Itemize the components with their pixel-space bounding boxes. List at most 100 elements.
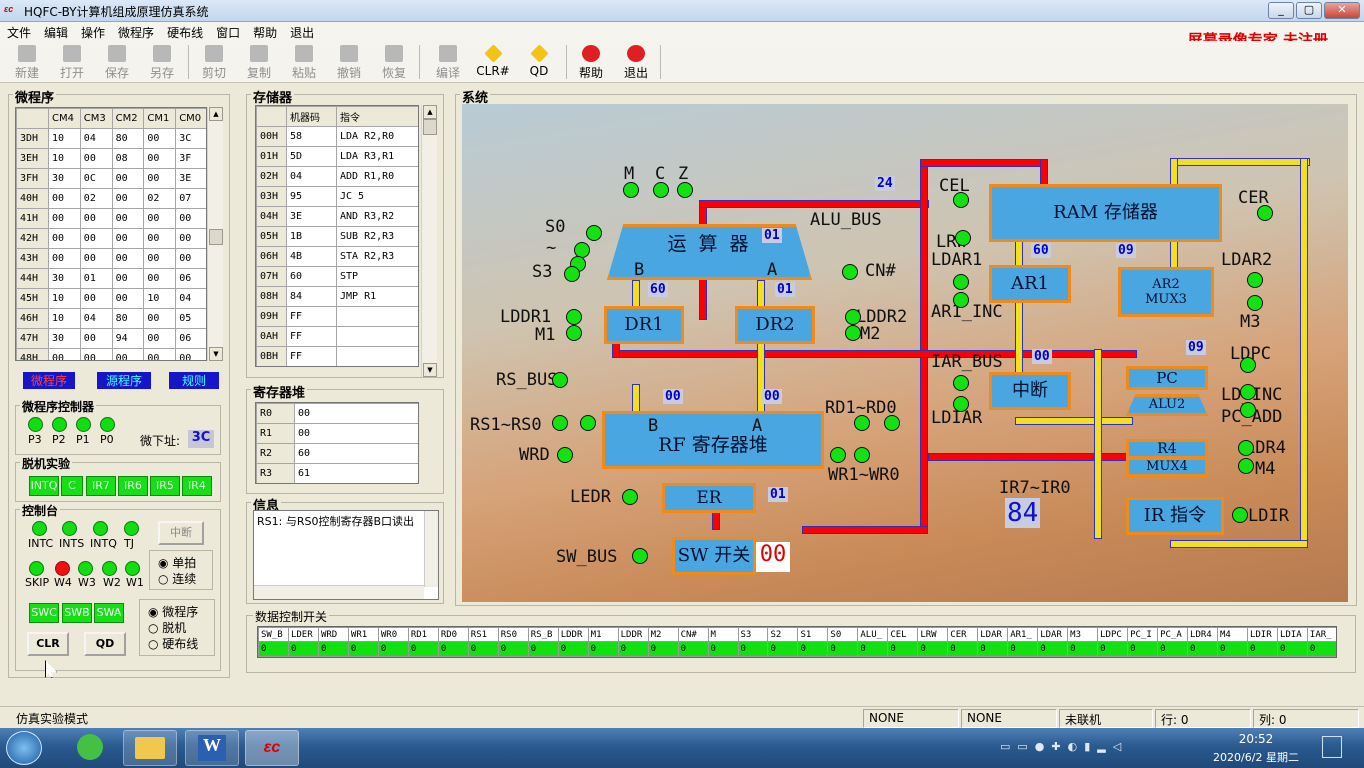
compile-button[interactable]: 编译 bbox=[425, 43, 471, 81]
scroll-thumb[interactable] bbox=[423, 119, 437, 135]
mode-hardwired-radio[interactable]: ○ 硬布线 bbox=[148, 635, 198, 652]
table-row[interactable]: 42H 00 00 00 00 00 bbox=[16, 228, 206, 249]
table-row[interactable]: 08H 84 JMP R1 bbox=[256, 286, 418, 307]
table-row[interactable]: 47H 30 00 94 00 06 bbox=[16, 328, 206, 349]
table-row[interactable]: 3DH 10 04 80 00 3C bbox=[16, 128, 206, 149]
switch-value[interactable]: 0 bbox=[1097, 641, 1129, 657]
switch-value[interactable]: 0 bbox=[258, 641, 289, 657]
table-row[interactable]: 0AH FF bbox=[256, 326, 418, 347]
switch-value[interactable]: 0 bbox=[1067, 641, 1099, 657]
switch-value[interactable]: 0 bbox=[767, 641, 799, 657]
mode-offline-radio[interactable]: ○ 脱机 bbox=[148, 619, 186, 636]
switch-value[interactable]: 0 bbox=[1157, 641, 1189, 657]
menu-microprogram[interactable]: 微程序 bbox=[111, 22, 160, 41]
cut-button[interactable]: 剪切 bbox=[191, 43, 237, 81]
switch-value[interactable]: 0 bbox=[1127, 641, 1159, 657]
source-program-tab[interactable]: 源程序 bbox=[97, 372, 151, 389]
table-row[interactable]: 40H 00 02 00 02 07 bbox=[16, 188, 206, 209]
table-row[interactable]: 48H 00 00 00 00 00 bbox=[16, 348, 206, 360]
offline-switch-ir4[interactable]: IR4 bbox=[182, 476, 212, 496]
switch-value[interactable]: 0 bbox=[1037, 641, 1069, 657]
table-row[interactable]: R2 60 bbox=[256, 443, 418, 464]
menu-exit[interactable]: 退出 bbox=[283, 22, 320, 41]
menu-file[interactable]: 文件 bbox=[0, 22, 37, 41]
table-row[interactable]: R1 00 bbox=[256, 423, 418, 444]
switch-value[interactable]: 0 bbox=[677, 641, 709, 657]
table-row[interactable]: 3EH 10 00 08 00 3F bbox=[16, 148, 206, 169]
clr-console-button[interactable]: CLR bbox=[27, 632, 69, 656]
info-hscrollbar[interactable] bbox=[254, 585, 424, 599]
taskbar-explorer-icon[interactable] bbox=[123, 730, 177, 766]
switch-value[interactable]: 0 bbox=[1187, 641, 1218, 657]
table-row[interactable]: 46H 10 04 80 00 05 bbox=[16, 308, 206, 329]
table-row[interactable]: 03H 95 JC 5 bbox=[256, 186, 418, 207]
info-textbox[interactable]: RS1: 与RS0控制寄存器B口读出 bbox=[253, 510, 439, 600]
microprogram-tab[interactable]: 微程序 bbox=[23, 372, 75, 389]
switch-value[interactable]: 0 bbox=[317, 641, 349, 657]
save-button[interactable]: 保存 bbox=[94, 43, 140, 81]
switch-swc[interactable]: SWC bbox=[29, 603, 59, 623]
switch-value[interactable]: 0 bbox=[707, 641, 739, 657]
taskbar-ie-icon[interactable] bbox=[63, 730, 117, 766]
switch-value[interactable]: 0 bbox=[617, 641, 649, 657]
switch-value[interactable]: 0 bbox=[977, 641, 1009, 657]
data-switch-table[interactable]: SW_B LDER WRD WR1 WR0 RD1 RD0 RS1 RS0 RS_B LDDR M1 L… bbox=[257, 626, 1337, 658]
start-button[interactable] bbox=[6, 731, 42, 765]
switch-value[interactable]: 0 bbox=[497, 641, 529, 657]
minimize-button[interactable]: _ bbox=[1268, 2, 1294, 19]
memory-scrollbar[interactable]: ▲ ▼ bbox=[421, 105, 437, 377]
exit-button[interactable]: 退出 bbox=[613, 43, 659, 81]
switch-value[interactable]: 0 bbox=[947, 641, 979, 657]
save-as-button[interactable]: 另存 bbox=[139, 43, 185, 81]
table-row[interactable]: 43H 00 00 00 00 00 bbox=[16, 248, 206, 269]
switch-value[interactable]: 0 bbox=[1276, 641, 1308, 657]
menu-edit[interactable]: 编辑 bbox=[37, 22, 74, 41]
redo-button[interactable]: 恢复 bbox=[371, 43, 417, 81]
offline-switch-intq[interactable]: INTQ bbox=[29, 476, 59, 496]
switch-value[interactable]: 0 bbox=[797, 641, 829, 657]
taskbar-simulator-icon[interactable]: εc bbox=[245, 730, 299, 766]
switch-value[interactable]: 0 bbox=[527, 641, 559, 657]
table-row[interactable]: 3FH 30 0C 00 00 3E bbox=[16, 168, 206, 189]
offline-switch-ir7[interactable]: IR7 bbox=[86, 476, 116, 496]
table-row[interactable]: 41H 00 00 00 00 00 bbox=[16, 208, 206, 229]
new-button[interactable]: 新建 bbox=[4, 43, 50, 81]
step-radio[interactable]: ◉ 单拍 bbox=[158, 554, 196, 571]
menu-operate[interactable]: 操作 bbox=[74, 22, 111, 41]
switch-value[interactable]: 0 bbox=[1306, 641, 1336, 657]
table-row[interactable]: R3 61 bbox=[256, 463, 418, 483]
switch-swa[interactable]: SWA bbox=[94, 603, 124, 623]
clr-button[interactable]: CLR# bbox=[470, 43, 516, 81]
undo-button[interactable]: 撤销 bbox=[326, 43, 372, 81]
switch-value[interactable]: 0 bbox=[407, 641, 439, 657]
qd-console-button[interactable]: QD bbox=[84, 632, 126, 656]
switch-value[interactable]: 0 bbox=[587, 641, 619, 657]
switch-value[interactable]: 0 bbox=[347, 641, 379, 657]
table-row[interactable]: 02H 04 ADD R1,R0 bbox=[256, 166, 418, 187]
table-row[interactable]: 04H 3E AND R3,R2 bbox=[256, 206, 418, 227]
offline-switch-ir5[interactable]: IR5 bbox=[150, 476, 180, 496]
table-row[interactable]: 05H 1B SUB R2,R3 bbox=[256, 226, 418, 247]
switch-value[interactable]: 0 bbox=[857, 641, 889, 657]
maximize-button[interactable]: ▢ bbox=[1296, 2, 1322, 19]
table-row[interactable]: 07H 60 STP bbox=[256, 266, 418, 287]
switch-value[interactable]: 0 bbox=[287, 641, 319, 657]
microprogram-scrollbar[interactable]: ▲ ▼ bbox=[207, 107, 223, 361]
open-button[interactable]: 打开 bbox=[49, 43, 95, 81]
table-row[interactable]: 45H 10 00 00 10 04 bbox=[16, 288, 206, 309]
table-row[interactable]: 0BH FF bbox=[256, 346, 418, 366]
switch-value[interactable]: 0 bbox=[1007, 641, 1039, 657]
switch-value[interactable]: 0 bbox=[1217, 641, 1248, 657]
table-row[interactable]: 06H 4B STA R2,R3 bbox=[256, 246, 418, 267]
offline-switch-ir6[interactable]: IR6 bbox=[118, 476, 148, 496]
switch-value[interactable]: 0 bbox=[827, 641, 859, 657]
memory-table[interactable]: 机器码 指令 00H 58 LDA R2,R0 01H 5D LDA R3,R1 02H 04 A… bbox=[255, 105, 419, 367]
qd-button[interactable]: QD bbox=[516, 43, 562, 81]
taskbar-word-icon[interactable]: W bbox=[185, 730, 239, 766]
offline-switch-c[interactable]: C bbox=[61, 476, 83, 496]
tray-icons[interactable]: ▭▭●✚◐▮▂◁ bbox=[1000, 740, 1150, 756]
switch-value[interactable]: 0 bbox=[467, 641, 499, 657]
table-row[interactable]: 09H FF bbox=[256, 306, 418, 327]
menu-hardwired[interactable]: 硬布线 bbox=[160, 22, 209, 41]
continuous-radio[interactable]: ○ 连续 bbox=[158, 570, 196, 587]
